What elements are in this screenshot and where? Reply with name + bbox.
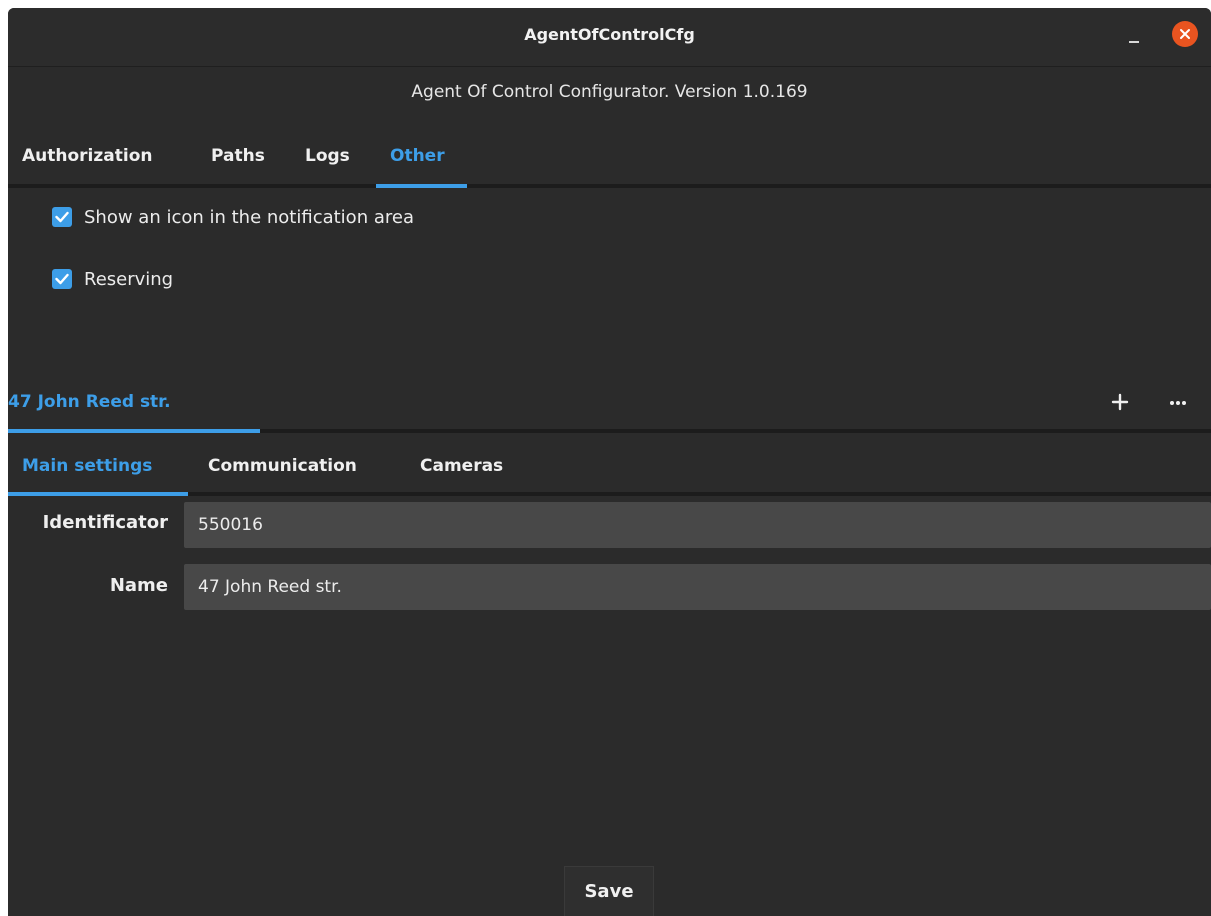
main-tabs: Authorization Paths Logs Other xyxy=(8,138,1211,188)
tab-authorization[interactable]: Authorization xyxy=(22,138,152,184)
reserving-label: Reserving xyxy=(84,268,174,290)
location-tab-indicator xyxy=(8,429,260,433)
active-tab-indicator xyxy=(376,184,467,188)
name-field[interactable] xyxy=(184,564,1211,610)
save-button[interactable]: Save xyxy=(564,866,654,916)
subtabs-divider xyxy=(8,492,1211,496)
show-icon-option[interactable]: Show an icon in the notification area xyxy=(52,204,414,230)
reserving-checkbox[interactable] xyxy=(52,269,72,289)
add-location-button[interactable] xyxy=(1106,388,1134,416)
tab-other[interactable]: Other xyxy=(390,138,445,184)
more-options-button[interactable] xyxy=(1164,388,1192,416)
tab-paths[interactable]: Paths xyxy=(211,138,265,184)
close-icon xyxy=(1180,29,1190,39)
identificator-field[interactable] xyxy=(184,502,1211,548)
name-label: Name xyxy=(109,575,168,596)
show-icon-checkbox[interactable] xyxy=(52,207,72,227)
tab-logs[interactable]: Logs xyxy=(305,138,350,184)
app-window: AgentOfControlCfg Agent Of Control Confi… xyxy=(8,8,1211,916)
close-button[interactable] xyxy=(1172,21,1198,47)
subtab-cameras[interactable]: Cameras xyxy=(420,448,503,494)
reserving-option[interactable]: Reserving xyxy=(52,266,173,292)
subtab-main-settings[interactable]: Main settings xyxy=(22,448,152,494)
title-bar[interactable]: AgentOfControlCfg xyxy=(8,8,1211,67)
version-label: Agent Of Control Configurator. Version 1… xyxy=(411,82,808,102)
tabs-divider xyxy=(8,184,1211,188)
identificator-label: Identificator xyxy=(42,512,168,533)
subtab-communication[interactable]: Communication xyxy=(208,448,357,494)
checkmark-icon xyxy=(55,211,69,223)
show-icon-label: Show an icon in the notification area xyxy=(84,206,414,228)
ellipsis-icon xyxy=(1170,401,1186,405)
plus-icon xyxy=(1111,393,1129,411)
window-title: AgentOfControlCfg xyxy=(524,25,695,44)
checkmark-icon xyxy=(55,273,69,285)
tab-location[interactable]: 47 John Reed str. xyxy=(8,392,171,412)
subtab-indicator xyxy=(8,492,188,496)
minimize-button[interactable] xyxy=(1124,26,1146,48)
